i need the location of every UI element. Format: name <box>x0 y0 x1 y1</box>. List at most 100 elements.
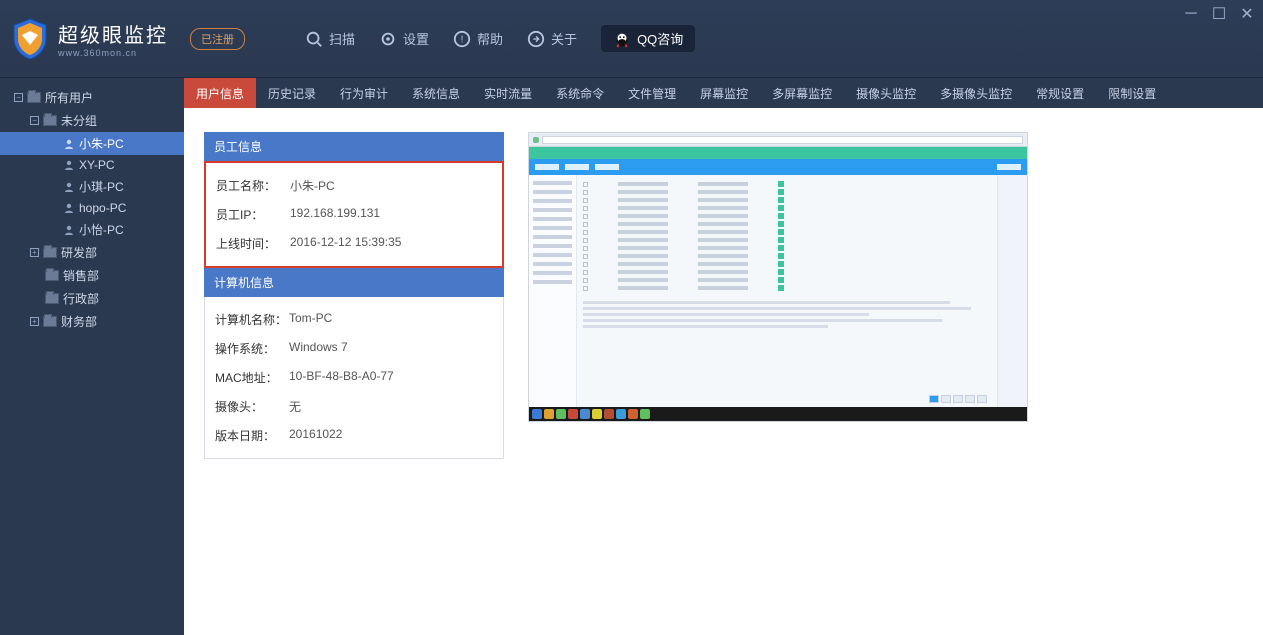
info-panel: 员工信息 员工名称： 小朱-PC 员工IP： 192.168.199.131 上… <box>204 132 504 459</box>
computer-info-box: 计算机名称： Tom-PC 操作系统： Windows 7 MAC地址： 10-… <box>204 297 504 459</box>
tab-screen-monitor[interactable]: 屏幕监控 <box>688 78 760 108</box>
tab-multi-screen[interactable]: 多屏幕监控 <box>760 78 844 108</box>
scan-label: 扫描 <box>329 29 355 48</box>
computer-cam-value: 无 <box>289 398 301 415</box>
collapse-icon[interactable]: − <box>14 93 23 102</box>
gear-icon <box>379 30 397 48</box>
employee-ip-value: 192.168.199.131 <box>290 206 380 223</box>
computer-cam-row: 摄像头： 无 <box>205 392 503 421</box>
qq-label: QQ咨询 <box>637 29 683 48</box>
tree-dept-2[interactable]: 行政部 <box>0 287 184 310</box>
employee-online-value: 2016-12-12 15:39:35 <box>290 235 401 252</box>
tree-user-3[interactable]: hopo-PC <box>0 198 184 218</box>
employee-name-row: 员工名称： 小朱-PC <box>206 171 502 200</box>
registered-badge: 已注册 <box>190 28 245 50</box>
tab-user-info[interactable]: 用户信息 <box>184 78 256 108</box>
computer-os-label: 操作系统： <box>215 340 289 357</box>
tab-general-settings[interactable]: 常规设置 <box>1024 78 1096 108</box>
employee-info-header: 员工信息 <box>204 132 504 161</box>
scan-icon <box>305 30 323 48</box>
computer-cam-label: 摄像头： <box>215 398 289 415</box>
app-shield-icon <box>10 17 50 61</box>
tabbar: 用户信息 历史记录 行为审计 系统信息 实时流量 系统命令 文件管理 屏幕监控 … <box>184 78 1263 108</box>
settings-button[interactable]: 设置 <box>379 29 429 48</box>
tree-user-1[interactable]: XY-PC <box>0 155 184 175</box>
computer-mac-value: 10-BF-48-B8-A0-77 <box>289 369 394 386</box>
tab-system-info[interactable]: 系统信息 <box>400 78 472 108</box>
svg-text:!: ! <box>461 34 464 45</box>
computer-ver-row: 版本日期： 20161022 <box>205 421 503 450</box>
tab-behavior-audit[interactable]: 行为审计 <box>328 78 400 108</box>
tree-dept-3[interactable]: + 财务部 <box>0 310 184 333</box>
help-button[interactable]: ! 帮助 <box>453 29 503 48</box>
about-icon <box>527 30 545 48</box>
employee-ip-label: 员工IP： <box>216 206 290 223</box>
tab-restrict-settings[interactable]: 限制设置 <box>1096 78 1168 108</box>
window-controls: ─ ☐ ✕ <box>1183 6 1255 22</box>
computer-ver-label: 版本日期： <box>215 427 289 444</box>
computer-name-label: 计算机名称： <box>215 311 289 328</box>
tree-user-0[interactable]: 小朱-PC <box>0 132 184 155</box>
tab-history[interactable]: 历史记录 <box>256 78 328 108</box>
employee-name-value: 小朱-PC <box>290 177 335 194</box>
top-buttons: 扫描 设置 ! 帮助 关于 QQ咨询 <box>305 25 695 52</box>
qq-icon <box>613 30 631 48</box>
tree-dept-1[interactable]: 销售部 <box>0 264 184 287</box>
folder-icon <box>43 115 57 126</box>
employee-online-row: 上线时间： 2016-12-12 15:39:35 <box>206 229 502 258</box>
employee-info-box: 员工名称： 小朱-PC 员工IP： 192.168.199.131 上线时间： … <box>204 161 504 268</box>
folder-icon <box>43 247 57 258</box>
computer-mac-row: MAC地址： 10-BF-48-B8-A0-77 <box>205 363 503 392</box>
computer-os-value: Windows 7 <box>289 340 348 357</box>
help-icon: ! <box>453 30 471 48</box>
tree-ungrouped[interactable]: − 未分组 <box>0 109 184 132</box>
tree-user-label: 小朱-PC <box>79 135 124 152</box>
close-button[interactable]: ✕ <box>1239 6 1255 22</box>
app-title: 超级眼监控 <box>58 19 168 48</box>
collapse-icon[interactable]: − <box>30 116 39 125</box>
user-icon <box>63 202 75 214</box>
maximize-button[interactable]: ☐ <box>1211 6 1227 22</box>
folder-icon <box>45 293 59 304</box>
tab-multi-camera[interactable]: 多摄像头监控 <box>928 78 1024 108</box>
tree-dept-0[interactable]: + 研发部 <box>0 241 184 264</box>
sidebar-tree: − 所有用户 − 未分组 小朱-PC XY-PC 小琪-PC hopo-PC <box>0 78 184 635</box>
tree-ungrouped-label: 未分组 <box>61 112 97 129</box>
qq-button[interactable]: QQ咨询 <box>601 25 695 52</box>
tree-root-label: 所有用户 <box>45 89 93 106</box>
scan-button[interactable]: 扫描 <box>305 29 355 48</box>
logo-area: 超级眼监控 www.360mon.cn <box>10 17 180 61</box>
computer-ver-value: 20161022 <box>289 427 342 444</box>
settings-label: 设置 <box>403 29 429 48</box>
user-icon <box>63 181 75 193</box>
tab-realtime-traffic[interactable]: 实时流量 <box>472 78 544 108</box>
expand-icon[interactable]: + <box>30 248 39 257</box>
content-area: 用户信息 历史记录 行为审计 系统信息 实时流量 系统命令 文件管理 屏幕监控 … <box>184 78 1263 635</box>
employee-ip-row: 员工IP： 192.168.199.131 <box>206 200 502 229</box>
user-icon <box>63 159 75 171</box>
computer-os-row: 操作系统： Windows 7 <box>205 334 503 363</box>
folder-icon <box>45 270 59 281</box>
tree-root[interactable]: − 所有用户 <box>0 86 184 109</box>
watermark: UEBUG .com <box>1151 594 1257 631</box>
tree-dept-label: 财务部 <box>61 313 97 330</box>
tab-file-manage[interactable]: 文件管理 <box>616 78 688 108</box>
computer-info-header: 计算机信息 <box>204 268 504 297</box>
tree-user-label: 小琪-PC <box>79 178 124 195</box>
computer-mac-label: MAC地址： <box>215 369 289 386</box>
screenshot-thumbnail[interactable] <box>528 132 1028 422</box>
tree-dept-label: 研发部 <box>61 244 97 261</box>
folder-icon <box>43 316 57 327</box>
computer-name-row: 计算机名称： Tom-PC <box>205 305 503 334</box>
expand-icon[interactable]: + <box>30 317 39 326</box>
about-button[interactable]: 关于 <box>527 29 577 48</box>
tab-camera-monitor[interactable]: 摄像头监控 <box>844 78 928 108</box>
tree-user-2[interactable]: 小琪-PC <box>0 175 184 198</box>
employee-name-label: 员工名称： <box>216 177 290 194</box>
minimize-button[interactable]: ─ <box>1183 6 1199 22</box>
tab-system-command[interactable]: 系统命令 <box>544 78 616 108</box>
employee-online-label: 上线时间： <box>216 235 290 252</box>
computer-name-value: Tom-PC <box>289 311 332 328</box>
tree-user-label: XY-PC <box>79 158 115 172</box>
tree-user-4[interactable]: 小怡-PC <box>0 218 184 241</box>
